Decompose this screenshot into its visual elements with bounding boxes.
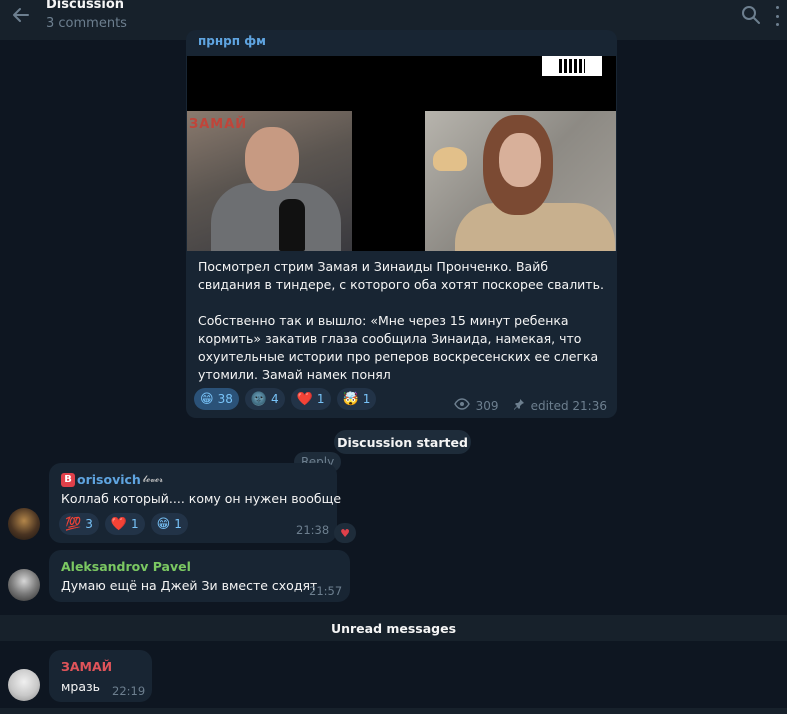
search-icon[interactable] (740, 4, 762, 26)
mini-reaction-heart[interactable]: ♥ (334, 523, 356, 543)
comment-bubble: ЗАМАЙ мразь 22:19 (49, 650, 152, 702)
comment-text: мразь (61, 679, 101, 694)
video-logo: ЗАМАЙ (189, 117, 248, 132)
reaction-heart[interactable]: ❤️ 1 (104, 513, 145, 535)
comment-bubble: Aleksandrov Pavel Думаю ещё на Джей Зи в… (49, 550, 350, 602)
comment-time: 21:38 (296, 523, 330, 537)
post-video[interactable]: ЗАМАЙ (187, 56, 616, 251)
reaction-moon[interactable]: 🌚 4 (244, 388, 285, 410)
comment-author[interactable]: ЗАМАЙ (61, 659, 112, 674)
qr-code (542, 56, 602, 76)
composer-edge (0, 708, 787, 714)
avatar[interactable] (8, 669, 40, 701)
reaction-mindblown[interactable]: 🤯 1 (336, 388, 377, 410)
page-title: Discussion (46, 0, 125, 12)
post-paragraph: Собственно так и вышло: «Мне через 15 ми… (198, 313, 599, 382)
post-channel-name[interactable]: прнрп фм (198, 34, 266, 48)
more-menu-icon[interactable] (770, 6, 784, 26)
reaction-heart[interactable]: ❤️ 1 (290, 388, 331, 410)
reaction-grin[interactable]: 😁 38 (194, 388, 239, 410)
comment-text: Коллаб который.... кому он нужен вообще (61, 491, 342, 506)
avatar[interactable] (8, 508, 40, 540)
post-text: Посмотрел стрим Замая и Зинаиды Пронченк… (198, 258, 608, 384)
reaction-hundred[interactable]: 💯 3 (59, 513, 99, 535)
comment-time: 21:57 (309, 584, 343, 598)
video-right-frame (425, 111, 616, 251)
author-suffix: 𝓵𝓮𝓿𝓮𝓻 (142, 474, 164, 485)
post-paragraph: Посмотрел стрим Замая и Зинаиды Пронченк… (198, 259, 604, 292)
post-reactions: 😁 38 🌚 4 ❤️ 1 🤯 1 (194, 388, 377, 410)
comment-author[interactable]: Aleksandrov Pavel (61, 559, 191, 574)
pin-icon (513, 398, 525, 413)
reaction-grin[interactable]: 😁 1 (150, 513, 188, 535)
video-left-frame: ЗАМАЙ (187, 111, 352, 251)
comment-time: 22:19 (112, 684, 146, 698)
channel-post: прнрп фм ЗАМАЙ Посмотрел стрим Замая и З… (186, 30, 617, 418)
comment-count: 3 comments (46, 16, 127, 31)
author-badge: B (61, 472, 75, 487)
discussion-started-label: Discussion started (334, 430, 471, 454)
comment-bubble: B orisovich 𝓵𝓮𝓿𝓮𝓻 Коллаб который.... ком… (49, 463, 341, 543)
comment-reactions: 💯 3 ❤️ 1 😁 1 (59, 513, 188, 535)
eye-icon (453, 398, 470, 413)
post-meta: 309 edited 21:36 (453, 398, 607, 413)
comment-text: Думаю ещё на Джей Зи вместе сходят (61, 578, 318, 593)
avatar[interactable] (8, 569, 40, 601)
unread-messages-divider: Unread messages (0, 615, 787, 641)
view-count: 309 (475, 398, 499, 413)
back-arrow-icon[interactable] (10, 4, 32, 26)
comment-author[interactable]: B orisovich 𝓵𝓮𝓿𝓮𝓻 (61, 472, 163, 487)
edited-time: edited 21:36 (530, 398, 607, 413)
